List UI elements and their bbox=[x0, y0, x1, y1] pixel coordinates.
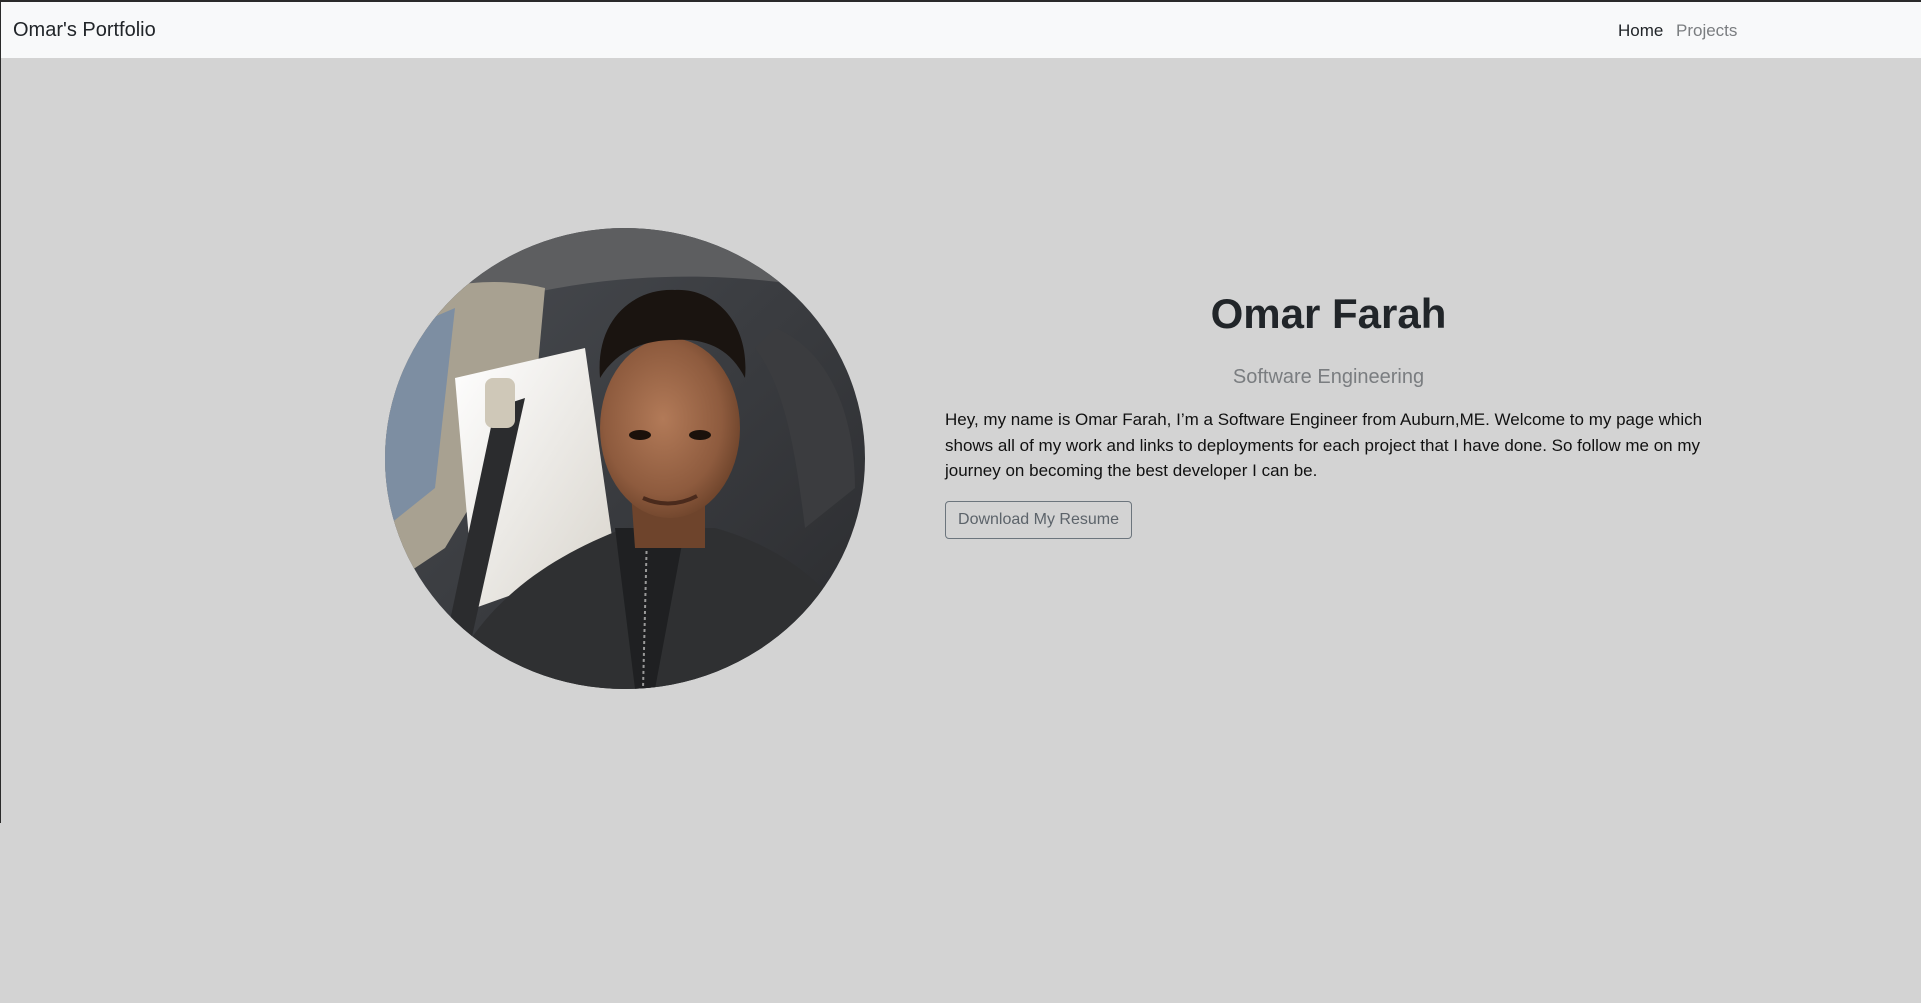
navbar-brand[interactable]: Omar's Portfolio bbox=[13, 18, 156, 42]
hero-subtitle: Software Engineering bbox=[1232, 366, 1425, 388]
hero-bio: Hey, my name is Omar Farah, I’m a Softwa… bbox=[945, 410, 1703, 480]
hero-name: Omar Farah bbox=[1210, 290, 1447, 337]
window-left-border bbox=[0, 0, 1, 823]
nav-link-home[interactable]: Home bbox=[1618, 20, 1663, 42]
nav-link-projects[interactable]: Projects bbox=[1676, 20, 1737, 42]
download-resume-button[interactable]: Download My Resume bbox=[945, 501, 1132, 539]
navbar: Omar's Portfolio Home Projects bbox=[1, 2, 1921, 58]
profile-photo bbox=[385, 228, 865, 689]
